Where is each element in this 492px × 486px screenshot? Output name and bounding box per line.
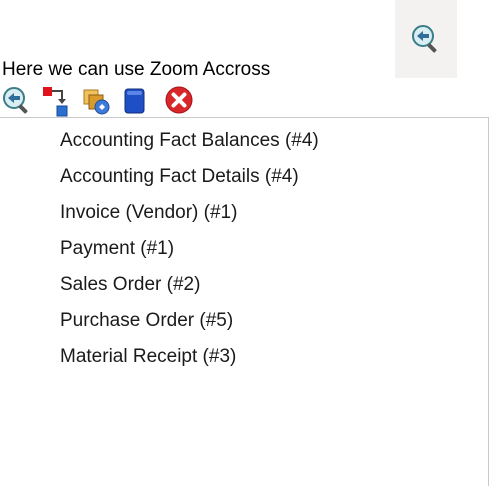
- zoom-across-menu: Accounting Fact Balances (#4) Accounting…: [0, 117, 489, 486]
- toolbar: [0, 85, 492, 117]
- request-icon: [43, 87, 68, 117]
- archive-icon: [83, 89, 110, 115]
- blue-box-button[interactable]: [120, 85, 150, 117]
- zoom-across-button[interactable]: [2, 85, 32, 117]
- blue-box-icon: [124, 88, 145, 114]
- request-button[interactable]: [40, 85, 72, 117]
- zoom-icon-preview: [395, 0, 457, 78]
- menu-item-purchase-order[interactable]: Purchase Order (#5): [60, 306, 233, 336]
- menu-item-invoice-vendor[interactable]: Invoice (Vendor) (#1): [60, 198, 237, 228]
- menu-item-sales-order[interactable]: Sales Order (#2): [60, 270, 200, 300]
- close-icon: [165, 86, 193, 114]
- archive-button[interactable]: [80, 85, 112, 117]
- zoom-across-icon: [3, 87, 28, 114]
- menu-item-payment[interactable]: Payment (#1): [60, 234, 174, 264]
- menu-item-material-receipt[interactable]: Material Receipt (#3): [60, 342, 236, 372]
- zoom-across-icon: [412, 25, 437, 53]
- menu-item-accounting-fact-balances[interactable]: Accounting Fact Balances (#4): [60, 126, 319, 156]
- close-button[interactable]: [164, 85, 194, 117]
- menu-item-accounting-fact-details[interactable]: Accounting Fact Details (#4): [60, 162, 299, 192]
- caption-text: Here we can use Zoom Accross: [2, 59, 271, 80]
